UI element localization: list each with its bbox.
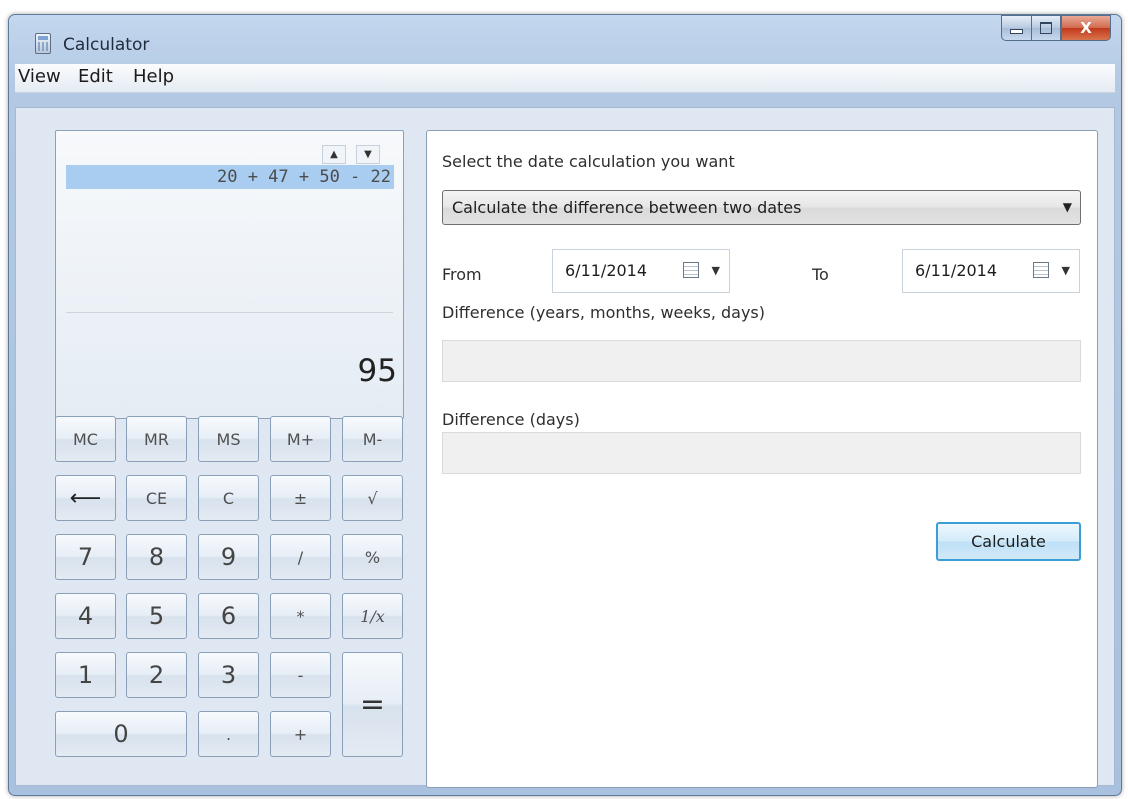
chevron-down-icon[interactable]: ▼ — [712, 250, 720, 292]
to-date-value: 6/11/2014 — [915, 261, 998, 280]
memory-recall-button[interactable]: MR — [126, 416, 187, 462]
reciprocal-button[interactable]: 1/x — [342, 593, 403, 639]
from-label: From — [442, 265, 482, 284]
minimize-icon — [1010, 28, 1023, 34]
memory-add-button[interactable]: M+ — [270, 416, 331, 462]
memory-subtract-button[interactable]: M- — [342, 416, 403, 462]
dropdown-arrow-icon: ▼ — [1062, 200, 1072, 214]
date-calculation-panel: Select the date calculation you want Cal… — [426, 130, 1098, 788]
clear-button[interactable]: C — [198, 475, 259, 521]
digit-8-button[interactable]: 8 — [126, 534, 187, 580]
digit-2-button[interactable]: 2 — [126, 652, 187, 698]
digit-6-button[interactable]: 6 — [198, 593, 259, 639]
calculation-mode-value: Calculate the difference between two dat… — [452, 198, 802, 217]
date-calculation-prompt: Select the date calculation you want — [442, 152, 735, 171]
digit-0-button[interactable]: 0 — [55, 711, 187, 757]
difference-days-label: Difference (days) — [442, 410, 580, 429]
expression-history: 20 + 47 + 50 - 22 — [66, 165, 394, 189]
result-value: 95 — [357, 353, 397, 389]
maximize-button[interactable] — [1031, 15, 1061, 41]
subtract-button[interactable]: - — [270, 652, 331, 698]
clear-entry-button[interactable]: CE — [126, 475, 187, 521]
title-bar[interactable]: Calculator X — [9, 15, 1121, 67]
menu-help[interactable]: Help — [133, 66, 174, 87]
menu-edit[interactable]: Edit — [78, 66, 113, 87]
caption-buttons: X — [1001, 15, 1111, 43]
from-date-picker[interactable]: 6/11/2014 ▼ — [552, 249, 730, 293]
percent-button[interactable]: % — [342, 534, 403, 580]
calendar-icon[interactable] — [683, 262, 699, 278]
menu-bar: View Edit Help — [15, 64, 1115, 93]
calendar-icon[interactable] — [1033, 262, 1049, 278]
digit-4-button[interactable]: 4 — [55, 593, 116, 639]
equals-button[interactable]: = — [342, 652, 403, 757]
digit-1-button[interactable]: 1 — [55, 652, 116, 698]
chevron-down-icon[interactable]: ▼ — [1062, 250, 1070, 292]
to-date-picker[interactable]: 6/11/2014 ▼ — [902, 249, 1080, 293]
divide-button[interactable]: / — [270, 534, 331, 580]
decimal-point-button[interactable]: . — [198, 711, 259, 757]
add-button[interactable]: + — [270, 711, 331, 757]
backspace-button[interactable]: ⟵ — [55, 475, 116, 521]
minimize-button[interactable] — [1001, 15, 1031, 41]
history-up-arrow-icon[interactable]: ▲ — [322, 145, 346, 164]
difference-ymwd-field — [442, 340, 1081, 382]
to-label: To — [812, 265, 829, 284]
memory-store-button[interactable]: MS — [198, 416, 259, 462]
memory-clear-button[interactable]: MC — [55, 416, 116, 462]
calculator-app-icon[interactable] — [35, 33, 51, 54]
display-divider — [66, 312, 393, 313]
digit-3-button[interactable]: 3 — [198, 652, 259, 698]
calculator-display: ▲ ▼ 20 + 47 + 50 - 22 95 — [55, 130, 404, 419]
maximize-icon — [1040, 22, 1052, 34]
negate-button[interactable]: ± — [270, 475, 331, 521]
multiply-button[interactable]: * — [270, 593, 331, 639]
difference-days-field — [442, 432, 1081, 474]
from-date-value: 6/11/2014 — [565, 261, 648, 280]
close-icon: X — [1080, 19, 1092, 37]
digit-5-button[interactable]: 5 — [126, 593, 187, 639]
digit-7-button[interactable]: 7 — [55, 534, 116, 580]
difference-ymwd-label: Difference (years, months, weeks, days) — [442, 303, 766, 322]
window-title: Calculator — [63, 35, 150, 55]
digit-9-button[interactable]: 9 — [198, 534, 259, 580]
calculate-button[interactable]: Calculate — [936, 522, 1081, 561]
history-down-arrow-icon[interactable]: ▼ — [356, 145, 380, 164]
menu-view[interactable]: View — [18, 66, 61, 87]
calculation-mode-dropdown[interactable]: Calculate the difference between two dat… — [442, 190, 1081, 225]
square-root-button[interactable]: √ — [342, 475, 403, 521]
close-button[interactable]: X — [1061, 15, 1111, 41]
